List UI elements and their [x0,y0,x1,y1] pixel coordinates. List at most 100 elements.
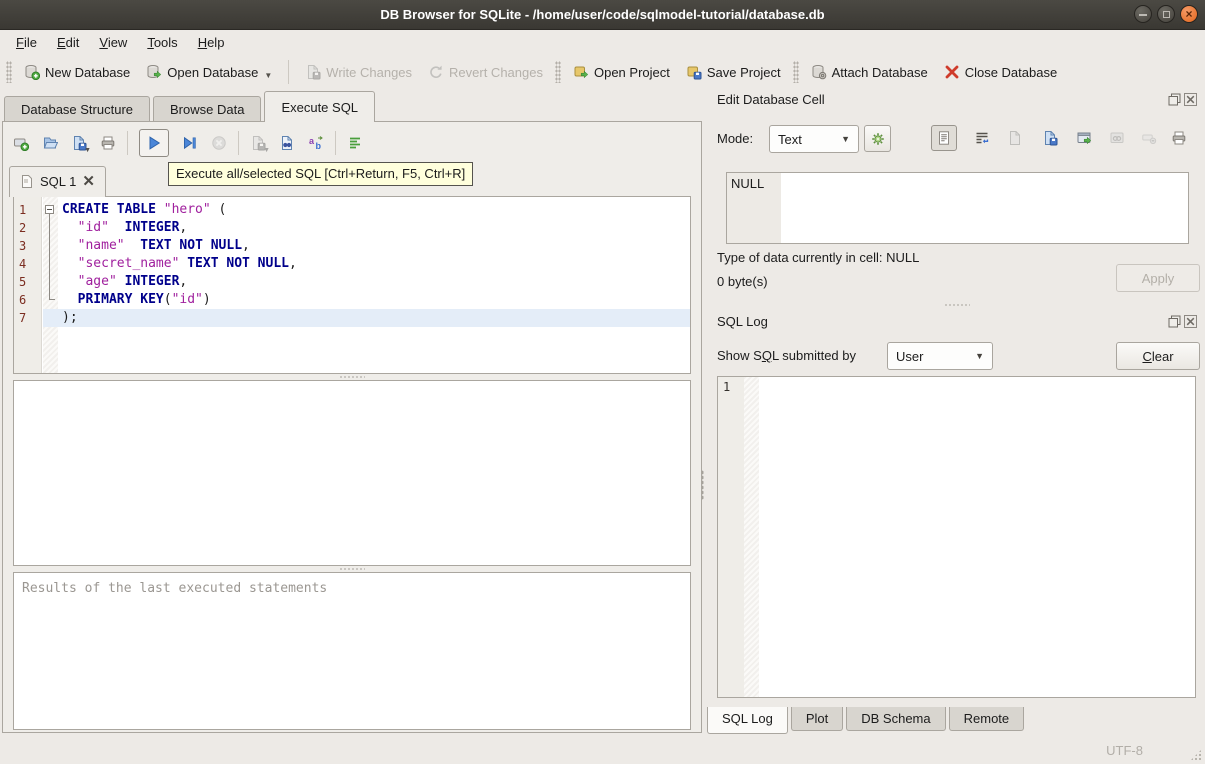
line-number: 4 [19,257,27,271]
log-filter-select[interactable]: User ▼ [887,342,993,370]
close-database-button[interactable]: Close Database [936,60,1066,84]
tab-plot[interactable]: Plot [790,707,844,731]
menu-edit[interactable]: Edit [47,32,89,53]
write-changes-button: Write Changes [297,60,420,84]
find-replace-icon[interactable] [279,135,295,151]
sql-editor-tabbar: SQL 1 ✕ [9,166,106,197]
save-project-icon [686,64,702,80]
open-database-dropdown-icon[interactable]: ▼ [264,71,272,80]
fold-marker [43,273,58,291]
save-results-dropdown-icon: ▼ [263,147,270,154]
execute-sql-icon [146,135,162,151]
sql-document-icon [20,174,34,189]
new-database-button[interactable]: New Database [16,60,138,84]
sql-toolbar: ▼ ▼ ab [13,126,363,160]
sql-log-view[interactable]: 1 [717,376,1196,698]
toolbar-drag-handle[interactable] [792,61,799,83]
open-sql-tab-icon[interactable] [13,135,30,152]
editor-line[interactable]: 1 CREATE TABLE "hero" ( [14,201,690,219]
line-number: 2 [19,221,27,235]
resize-grip[interactable] [1190,749,1202,761]
menu-file[interactable]: File [6,32,47,53]
format-sql-icon[interactable] [347,135,363,151]
import-data-button[interactable] [864,125,891,152]
close-sql-tab-icon[interactable]: ✕ [82,174,95,189]
open-project-label: Open Project [593,64,670,80]
fold-marker [43,219,58,237]
toolbar-drag-handle[interactable] [6,61,12,83]
dock-splitter[interactable] [715,302,1198,308]
close-panel-icon[interactable] [1184,93,1197,106]
apply-button: Apply [1116,264,1200,292]
maximize-button[interactable] [1157,5,1175,23]
menubar: File Edit View Tools Help [0,30,1205,54]
editor-line[interactable]: 2 "id" INTEGER, [14,219,690,237]
print-icon[interactable] [100,135,116,151]
code-text: ); [58,309,690,327]
float-panel-icon[interactable] [1168,315,1181,328]
titlebar[interactable]: DB Browser for SQLite - /home/user/code/… [0,0,1205,30]
close-panel-icon[interactable] [1184,315,1197,328]
open-sql-file-icon[interactable] [42,135,59,151]
menu-view[interactable]: View [89,32,137,53]
editor-line[interactable]: 6 PRIMARY KEY("id") [14,291,690,309]
attach-database-label: Attach Database [831,64,928,80]
minimize-button[interactable] [1134,5,1152,23]
tab-remote[interactable]: Remote [948,707,1025,731]
link-icon [1109,130,1125,146]
editor-line[interactable]: 5 "age" INTEGER, [14,273,690,291]
menu-tools[interactable]: Tools [137,32,187,53]
execute-sql-button[interactable] [139,129,169,157]
set-null-button [1136,125,1162,151]
svg-text:b: b [316,141,322,151]
svg-text:a: a [309,136,315,146]
write-changes-icon [305,64,321,80]
new-database-icon [24,64,41,81]
code-text: "secret_name" TEXT NOT NULL, [77,256,297,271]
save-sql-dropdown-icon[interactable]: ▼ [84,147,91,154]
open-external-button[interactable] [1071,125,1097,151]
sql-editor-tab[interactable]: SQL 1 ✕ [9,166,106,197]
save-project-button[interactable]: Save Project [678,60,789,84]
word-completion-icon[interactable]: ab [308,135,324,151]
tab-db-schema[interactable]: DB Schema [846,707,946,731]
tab-database-structure[interactable]: Database Structure [4,96,151,122]
cell-mode-select[interactable]: Text ▼ [769,125,859,153]
tab-execute-sql[interactable]: Execute SQL [264,91,376,122]
word-wrap-icon [974,130,990,146]
print-cell-button[interactable] [1166,125,1192,151]
close-window-button[interactable]: × [1180,5,1198,23]
fold-marker[interactable] [43,201,58,219]
execute-current-line-icon[interactable] [182,135,198,151]
tab-browse-data[interactable]: Browse Data [153,96,262,122]
encoding-indicator[interactable]: UTF-8 [1106,743,1143,758]
close-icon: × [1185,7,1193,21]
open-database-button[interactable]: Open Database ▼ [138,60,280,84]
apply-button-label: Apply [1141,270,1175,286]
log-line-number: 1 [723,380,731,394]
cell-value-editor[interactable]: NULL [726,172,1189,244]
sql-editor[interactable]: 1 CREATE TABLE "hero" (2 "id" INTEGER, 3 "… [13,196,691,374]
log-filter-value: User [896,348,924,364]
tab-sql-log[interactable]: SQL Log [707,707,788,734]
print-icon [1171,130,1187,146]
editor-line[interactable]: 4 "secret_name" TEXT NOT NULL, [14,255,690,273]
toolbar-drag-handle[interactable] [554,61,561,83]
menu-help[interactable]: Help [188,32,235,53]
execute-sql-tooltip: Execute all/selected SQL [Ctrl+Return, F… [168,162,474,186]
save-sql-file-icon[interactable]: ▼ [71,135,91,154]
editor-line[interactable]: 7); [14,309,690,327]
export-cell-button[interactable] [1037,125,1063,151]
revert-changes-icon [428,64,444,80]
attach-database-button[interactable]: Attach Database [803,60,936,84]
float-panel-icon[interactable] [1168,93,1181,106]
write-changes-label: Write Changes [326,64,413,80]
open-project-icon [573,64,589,80]
editor-line[interactable]: 3 "name" TEXT NOT NULL, [14,237,690,255]
open-project-button[interactable]: Open Project [565,60,678,84]
word-wrap-toggle[interactable] [969,125,995,151]
minimize-icon [1139,14,1147,16]
clear-button-label: Clear [1142,348,1174,364]
clear-log-button[interactable]: Clear [1116,342,1200,370]
text-mode-toggle[interactable] [931,125,957,151]
